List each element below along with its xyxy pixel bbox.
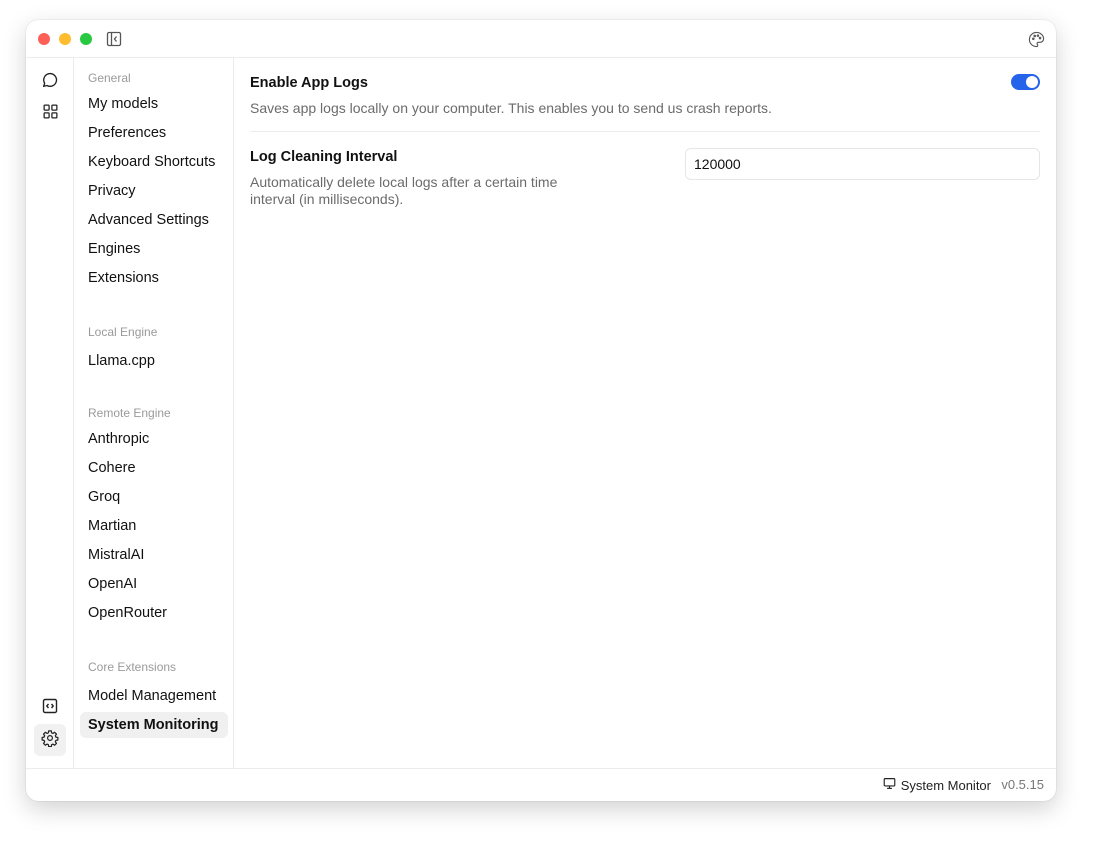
app-window: General My models Preferences Keyboard S… — [26, 20, 1056, 801]
gear-icon — [41, 729, 59, 752]
close-window-button[interactable] — [38, 33, 50, 45]
nav-item-mistralai[interactable]: MistralAI — [80, 542, 228, 568]
app-logs-title: Enable App Logs — [250, 75, 368, 91]
monitor-icon — [883, 777, 896, 793]
chat-bubble-icon — [41, 71, 59, 94]
palette-icon[interactable] — [1028, 31, 1045, 48]
icon-rail — [26, 58, 74, 768]
nav-section-remote-engine: Remote Engine — [88, 406, 171, 420]
grid-icon — [42, 103, 59, 125]
nav-item-cohere[interactable]: Cohere — [80, 455, 228, 481]
local-api-server-button[interactable] — [34, 692, 66, 724]
nav-item-model-management[interactable]: Model Management — [80, 683, 228, 709]
app-logs-description: Saves app logs locally on your computer.… — [250, 100, 772, 116]
nav-item-system-monitoring[interactable]: System Monitoring — [80, 712, 228, 738]
nav-item-openrouter[interactable]: OpenRouter — [80, 600, 228, 626]
system-monitor-label: System Monitor — [900, 777, 991, 793]
log-cleaning-description-line1: Automatically delete local logs after a … — [250, 174, 558, 190]
title-bar — [26, 20, 1056, 58]
nav-item-engines[interactable]: Engines — [80, 236, 228, 262]
nav-item-advanced-settings[interactable]: Advanced Settings — [80, 207, 228, 233]
hub-button[interactable] — [34, 98, 66, 130]
system-monitor-button[interactable]: System Monitor — [883, 777, 991, 793]
nav-item-llama-cpp[interactable]: Llama.cpp — [80, 348, 228, 374]
chat-button[interactable] — [34, 66, 66, 98]
log-cleaning-interval-input[interactable] — [685, 148, 1040, 180]
app-version: v0.5.15 — [1001, 777, 1044, 792]
nav-section-general: General — [88, 71, 131, 85]
status-bar: System Monitor v0.5.15 — [26, 768, 1056, 801]
app-logs-toggle[interactable] — [1011, 74, 1040, 90]
settings-nav: General My models Preferences Keyboard S… — [74, 58, 234, 768]
nav-item-anthropic[interactable]: Anthropic — [80, 426, 228, 452]
nav-item-keyboard-shortcuts[interactable]: Keyboard Shortcuts — [80, 149, 228, 175]
divider — [250, 131, 1040, 132]
toggle-knob — [1026, 76, 1038, 88]
nav-item-privacy[interactable]: Privacy — [80, 178, 228, 204]
nav-section-core-extensions: Core Extensions — [88, 660, 177, 674]
minimize-window-button[interactable] — [59, 33, 71, 45]
maximize-window-button[interactable] — [80, 33, 92, 45]
nav-section-local-engine: Local Engine — [88, 325, 158, 339]
log-cleaning-description-line2: interval (in milliseconds). — [250, 191, 404, 207]
sidebar-collapse-icon[interactable] — [106, 31, 122, 47]
nav-item-extensions[interactable]: Extensions — [80, 265, 228, 291]
code-box-icon — [42, 698, 58, 719]
settings-content: Enable App Logs Saves app logs locally o… — [234, 58, 1056, 768]
nav-item-groq[interactable]: Groq — [80, 484, 228, 510]
settings-button[interactable] — [34, 724, 66, 756]
nav-item-preferences[interactable]: Preferences — [80, 120, 228, 146]
nav-item-openai[interactable]: OpenAI — [80, 571, 228, 597]
nav-item-my-models[interactable]: My models — [80, 91, 228, 117]
nav-item-martian[interactable]: Martian — [80, 513, 228, 539]
log-cleaning-title: Log Cleaning Interval — [250, 149, 398, 165]
